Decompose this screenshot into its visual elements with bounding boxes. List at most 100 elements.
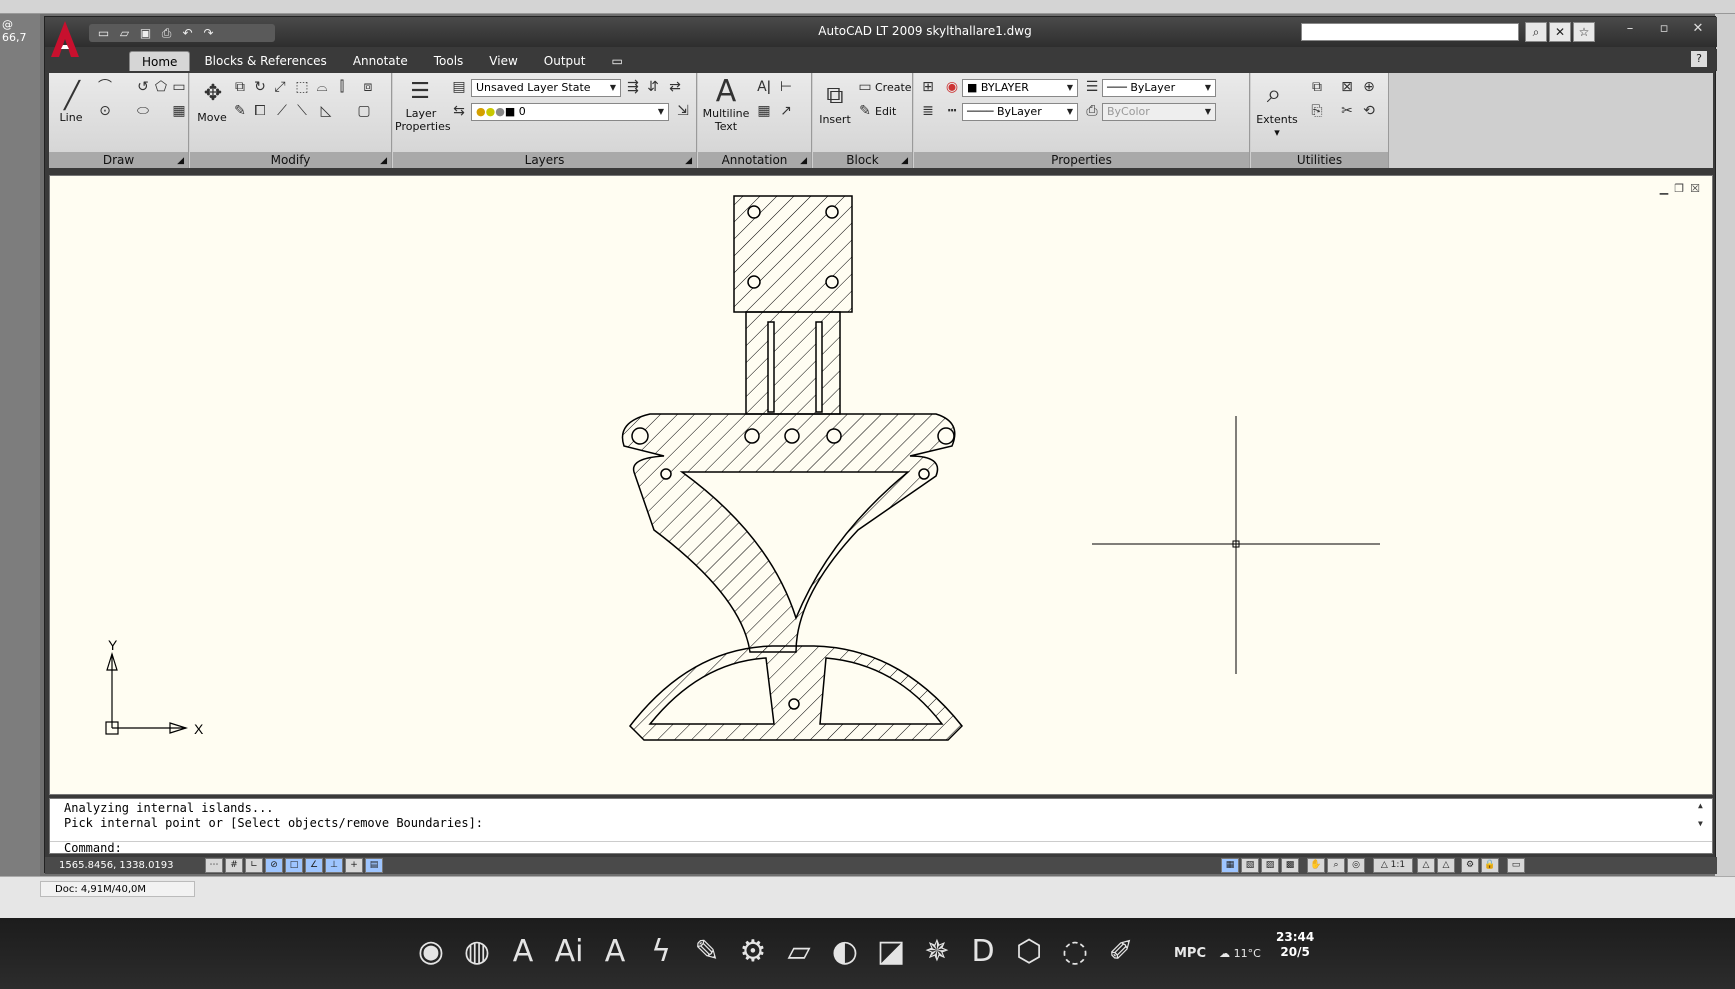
network-icon[interactable]: ◐ (824, 928, 866, 976)
rotate-icon[interactable]: ↻ (252, 79, 268, 95)
viewport-restore-icon[interactable]: ❐ (1674, 182, 1684, 195)
ducs-toggle[interactable]: ⊥ (325, 858, 343, 873)
plotstyle-icon[interactable]: ⎙ (1084, 103, 1100, 119)
browser-icon[interactable]: ◍ (456, 928, 498, 976)
create-block-icon[interactable]: ▭ (857, 79, 873, 95)
explode-icon[interactable]: ▢ (356, 103, 372, 119)
undo-icon[interactable]: ↶ (179, 26, 196, 40)
comm-center-icon[interactable]: ✕ (1549, 22, 1571, 42)
tab-tools[interactable]: Tools (422, 51, 476, 71)
line-button-label[interactable]: Line (51, 111, 91, 124)
line-icon[interactable]: ╱ (57, 81, 87, 111)
mpc-icon[interactable]: MPC (1168, 932, 1212, 976)
zoom-extents-icon[interactable]: ⌕ (1259, 79, 1289, 109)
firefox-icon[interactable]: ◉ (410, 928, 452, 976)
search-input[interactable] (1301, 23, 1519, 41)
layer-properties-icon[interactable]: ☰ (407, 79, 433, 105)
layer-state-icon[interactable]: ▤ (451, 79, 467, 95)
properties-panel-title[interactable]: Properties (914, 152, 1249, 168)
command-prompt-row[interactable]: Command: (50, 841, 1712, 855)
command-scrollbar[interactable]: ▲ ▼ (1698, 801, 1710, 839)
print-icon[interactable]: ⎙ (158, 26, 175, 40)
copy-icon[interactable]: ⧉ (232, 79, 248, 95)
viewport-close-icon[interactable]: ☒ (1690, 182, 1700, 195)
polar-toggle[interactable]: ⊘ (265, 858, 283, 873)
cube-icon[interactable]: ⬡ (1008, 928, 1050, 976)
workspace-switching-gear-icon[interactable]: ⚙ (1461, 858, 1479, 873)
layer-previous-icon[interactable]: ⇆ (451, 103, 467, 119)
insert-label[interactable]: Insert (815, 113, 855, 126)
tab-view[interactable]: View (477, 51, 529, 71)
pencil-icon[interactable]: ✐ (1100, 928, 1142, 976)
steering-wheel-button[interactable]: ◎ (1347, 858, 1365, 873)
clean-screen-icon[interactable]: ▭ (1507, 858, 1525, 873)
offset-icon[interactable]: ⧠ (252, 103, 268, 119)
annotation-scale[interactable]: △ 1:1 (1373, 858, 1413, 873)
quick-view-drawings-button[interactable]: ▩ (1281, 858, 1299, 873)
layer-state-dropdown[interactable]: Unsaved Layer State ▼ (471, 79, 621, 97)
edit-block-label[interactable]: Edit (875, 105, 896, 118)
leader-icon[interactable]: ↗ (778, 103, 794, 119)
snap-toggle[interactable]: ⋯ (205, 858, 223, 873)
clock[interactable]: 23:44 20/5 (1276, 930, 1314, 960)
starcraft-icon[interactable]: ✵ (916, 928, 958, 976)
extend-icon[interactable]: ⟍ (294, 103, 310, 119)
autocad-dock-icon[interactable]: A (594, 928, 636, 976)
osnap-toggle[interactable]: □ (285, 858, 303, 873)
scale-icon[interactable]: ⤢ (272, 79, 288, 95)
new-icon[interactable]: ▭ (95, 26, 112, 40)
ortho-toggle[interactable]: ∟ (245, 858, 263, 873)
arc-icon[interactable]: ↺ (135, 79, 151, 95)
polygon-icon[interactable]: ⬠ (153, 79, 169, 95)
quick-view-layouts-button[interactable]: ▨ (1261, 858, 1279, 873)
table-icon[interactable]: ▦ (756, 103, 772, 119)
rectangle-icon[interactable]: ▭ (171, 79, 187, 95)
viewport-minimize-icon[interactable]: ▁ (1660, 182, 1668, 195)
polyline-icon[interactable]: ⌒ (97, 79, 113, 95)
measure-icon[interactable]: ⟲ (1361, 103, 1377, 119)
model-space-button[interactable]: ▦ (1221, 858, 1239, 873)
stretch-icon[interactable]: ⬚ (294, 79, 310, 95)
utilities-panel-title[interactable]: Utilities (1251, 152, 1388, 168)
extents-label[interactable]: Extents ▾ (1253, 113, 1301, 139)
copy-clip-icon[interactable]: ⧉ (1309, 79, 1325, 95)
fillet-icon[interactable]: ⌓ (314, 79, 330, 95)
annotation-visibility[interactable]: △ (1417, 858, 1435, 873)
color-dropdown[interactable]: ■ BYLAYER ▼ (962, 79, 1078, 97)
layer-tool-1-icon[interactable]: ⇶ (625, 79, 641, 95)
linetype-dropdown[interactable]: ──── ByLayer ▼ (962, 103, 1078, 121)
circle-icon[interactable]: ⊙ (97, 103, 113, 119)
tab-blocks-references[interactable]: Blocks & References (192, 51, 338, 71)
pan-button[interactable]: ✋ (1307, 858, 1325, 873)
modify-panel-title[interactable]: Modify ◢ (190, 152, 391, 168)
zoom-button[interactable]: ⌕ (1327, 858, 1345, 873)
move-button-label[interactable]: Move (192, 111, 232, 124)
steam-icon[interactable]: ⚙ (732, 928, 774, 976)
block-panel-title[interactable]: Block ◢ (813, 152, 912, 168)
cut-icon[interactable]: ✂ (1339, 103, 1355, 119)
edit-block-icon[interactable]: ✎ (857, 103, 873, 119)
auto-scale[interactable]: △ (1437, 858, 1455, 873)
favorites-icon[interactable]: ☆ (1573, 22, 1595, 42)
create-block-label[interactable]: Create (875, 81, 912, 94)
notes-icon[interactable]: ✎ (686, 928, 728, 976)
multiline-text-icon[interactable]: A (712, 77, 740, 107)
layout1-button[interactable]: ▧ (1241, 858, 1259, 873)
layer-properties-label[interactable]: Layer Properties (395, 107, 451, 133)
chamfer-icon[interactable]: ◺ (318, 103, 334, 119)
array-icon[interactable]: ⧈ (360, 79, 376, 95)
hatched-part-drawing[interactable] (621, 195, 964, 741)
dimension-icon[interactable]: ⊢ (778, 79, 794, 95)
layers-panel-title[interactable]: Layers ◢ (393, 152, 696, 168)
hatch-icon[interactable]: ▦ (171, 103, 187, 119)
lwt-toggle[interactable]: ▤ (365, 858, 383, 873)
folder-icon[interactable]: ▱ (778, 928, 820, 976)
drawing-area[interactable]: Y X ▁ ❐ ☒ (49, 175, 1713, 795)
spiral-icon[interactable]: ◌ (1054, 928, 1096, 976)
dyn-toggle[interactable]: + (345, 858, 363, 873)
diablo-icon[interactable]: D (962, 928, 1004, 976)
app-icon[interactable]: ◪ (870, 928, 912, 976)
command-line[interactable]: Analyzing internal islands... Pick inter… (49, 798, 1713, 855)
redo-icon[interactable]: ↷ (200, 26, 217, 40)
paste-icon[interactable]: ⎘ (1309, 103, 1325, 119)
